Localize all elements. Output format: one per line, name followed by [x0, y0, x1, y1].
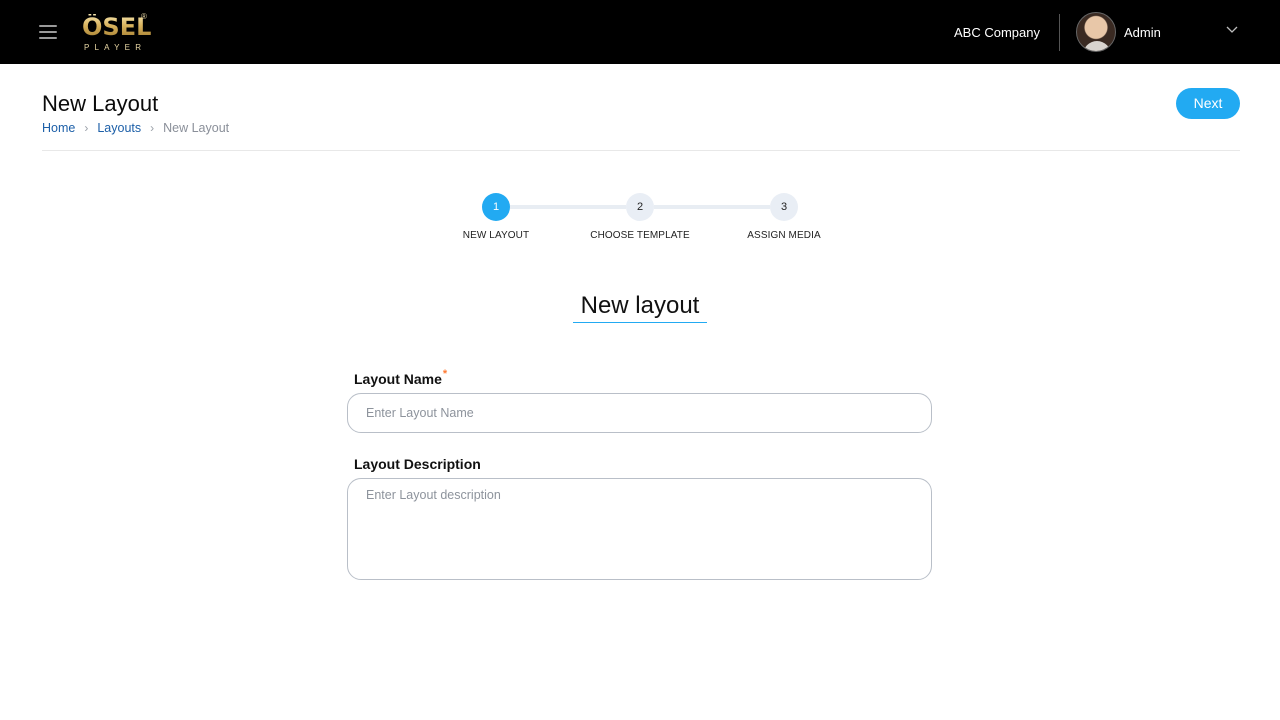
step-3-circle[interactable]: 3 [770, 193, 798, 221]
layout-description-label: Layout Description [354, 456, 481, 472]
layout-name-label-text: Layout Name [354, 371, 442, 387]
menu-icon[interactable] [39, 24, 57, 40]
avatar[interactable] [1076, 12, 1116, 52]
user-name[interactable]: Admin [1124, 25, 1161, 40]
form-title: New layout [580, 292, 700, 319]
form-title-underline [573, 322, 707, 323]
header-divider-line [42, 150, 1240, 151]
brand-logo[interactable]: ÖSEL ® PLAYER [82, 12, 152, 54]
next-button[interactable]: Next [1176, 88, 1240, 119]
logo-registered-mark: ® [141, 12, 147, 21]
top-bar: ÖSEL ® PLAYER ABC Company Admin [0, 0, 1280, 64]
chevron-right-icon: › [150, 121, 155, 135]
layout-description-input[interactable] [347, 478, 932, 580]
step-connector [510, 205, 626, 209]
required-mark: * [442, 368, 448, 380]
page-title: New Layout [42, 91, 159, 116]
step-connector [654, 205, 770, 209]
step-1-circle[interactable]: 1 [482, 193, 510, 221]
company-name: ABC Company [954, 25, 1040, 40]
chevron-down-icon[interactable] [1226, 26, 1238, 34]
step-2-circle[interactable]: 2 [626, 193, 654, 221]
breadcrumb: Home › Layouts › New Layout [42, 121, 229, 135]
step-1-label: NEW LAYOUT [462, 230, 530, 241]
header-divider [1059, 14, 1060, 51]
breadcrumb-home[interactable]: Home [42, 121, 75, 135]
breadcrumb-current: New Layout [163, 121, 230, 135]
layout-name-label: Layout Name* [354, 368, 448, 387]
step-2-label: CHOOSE TEMPLATE [590, 230, 690, 241]
breadcrumb-layouts[interactable]: Layouts [97, 121, 141, 135]
layout-name-input[interactable] [347, 393, 932, 433]
logo-subtitle: PLAYER [84, 43, 147, 52]
step-3-label: ASSIGN MEDIA [747, 230, 821, 241]
chevron-right-icon: › [84, 121, 89, 135]
